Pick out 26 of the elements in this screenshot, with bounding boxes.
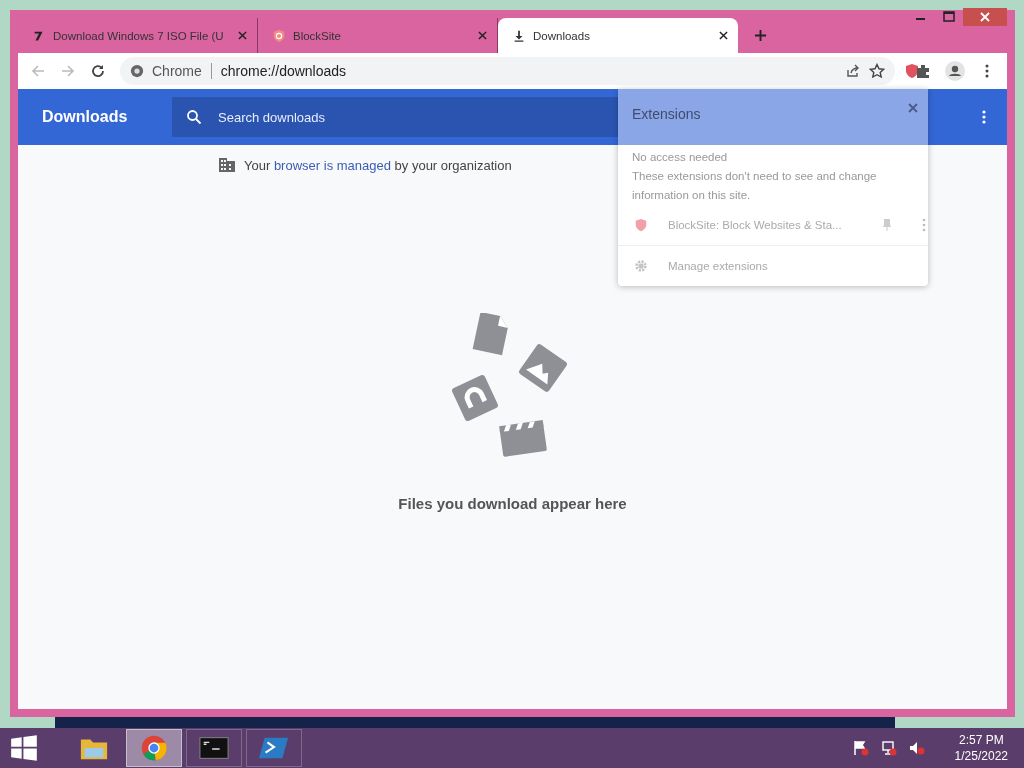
terminal-app-button[interactable] [186,729,242,767]
new-tab-icon[interactable] [754,29,767,42]
download-icon [512,28,526,43]
address-bar[interactable]: Chrome chrome://downloads [120,57,895,85]
gear-icon [634,259,648,273]
shield-icon [272,28,286,43]
building-icon [218,157,236,173]
search-icon [186,109,202,125]
section-heading: No access needed [631,151,729,163]
chrome-icon [139,734,169,762]
powershell-app-button[interactable] [246,729,302,767]
chrome-icon [130,64,144,78]
close-icon[interactable] [719,31,728,40]
start-icon[interactable] [10,734,38,762]
terminal-icon [199,734,229,762]
page-title: Downloads [42,108,129,126]
shield-icon [634,218,648,232]
clock[interactable]: 2:57 PM 1/25/2022 [942,732,1020,764]
section-description: These extensions don't need to see and change information on this site. [631,169,878,203]
empty-message: Files you download appear here [398,495,627,512]
managed-link[interactable]: browser is managed [273,157,391,173]
browser-tab[interactable]: Downloads [498,18,738,53]
more-icon[interactable] [981,109,987,125]
chrome-app-button[interactable] [126,729,182,767]
managed-notice: Your browser is managed by your organization [244,157,512,173]
popup-title: Extensions [632,106,701,122]
